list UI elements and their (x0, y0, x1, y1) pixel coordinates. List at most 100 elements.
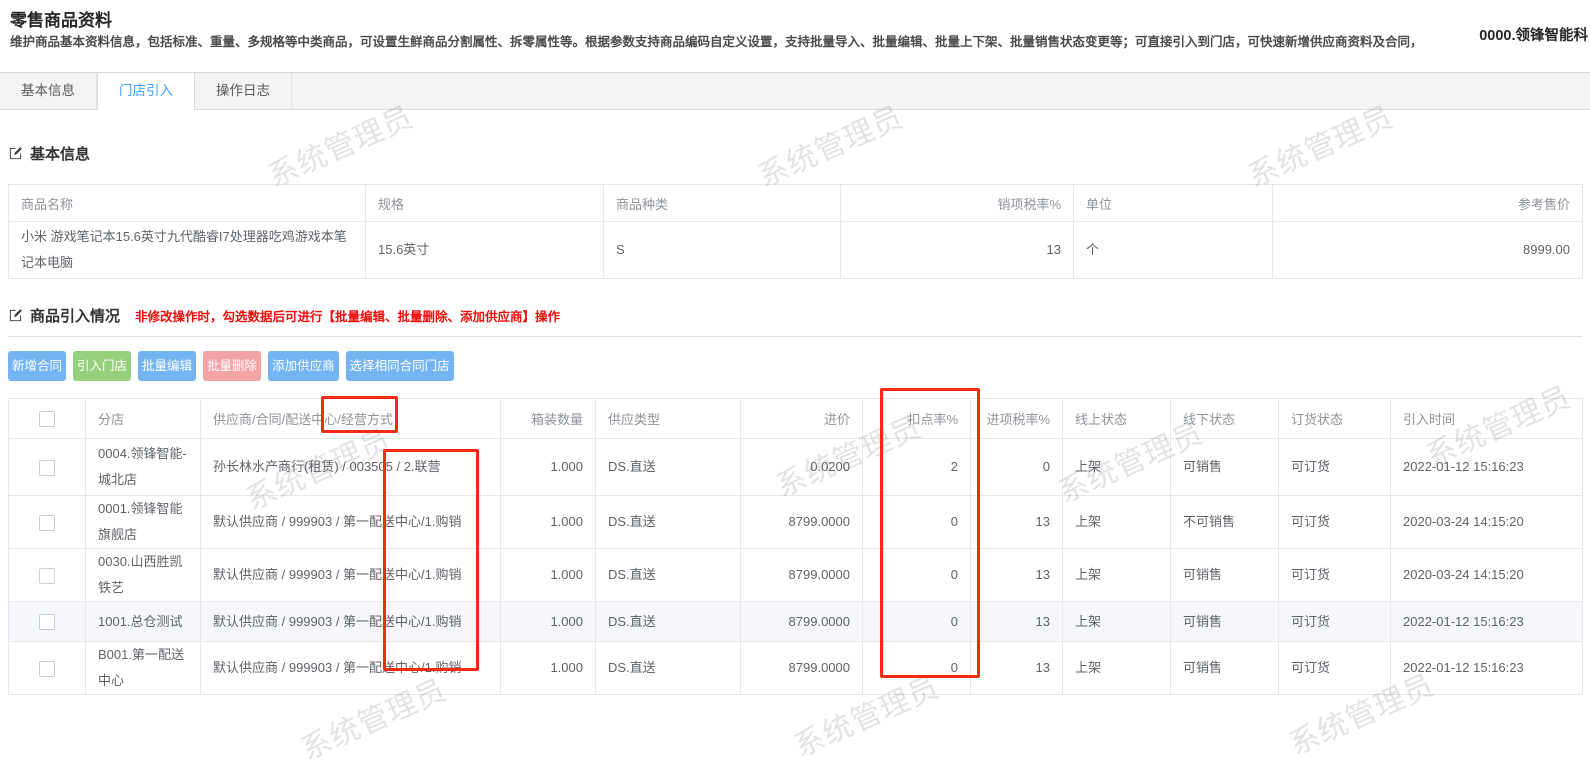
batch-operation-warning: 非修改操作时，勾选数据后可进行【批量编辑、批量删除、添加供应商】操作 (135, 310, 561, 324)
section-title-text: 基本信息 (30, 146, 91, 163)
cell-supply-type: DS.直送 (595, 601, 741, 642)
batch-edit-button[interactable]: 批量编辑 (138, 351, 197, 381)
col-order-status: 订货状态 (1278, 398, 1391, 439)
cell-deduction-rate: 0 (862, 601, 971, 642)
cell-supply-type: DS.直送 (595, 641, 741, 695)
page-description: 维护商品基本资料信息，包括标准、重量、多规格等中类商品，可设置生鲜商品分割属性、… (10, 35, 1423, 49)
cell-box-qty: 1.000 (500, 641, 596, 695)
col-product-name: 商品名称 (8, 184, 366, 222)
import-to-store-button[interactable]: 引入门店 (73, 351, 132, 381)
col-box-qty: 箱装数量 (500, 398, 596, 439)
cell-purchase-price: 8799.0000 (740, 601, 863, 642)
tab-operation-log[interactable]: 操作日志 (195, 73, 292, 109)
cell-online-status: 上架 (1062, 641, 1171, 695)
col-store: 分店 (85, 398, 201, 439)
col-input-tax: 进项税率% (970, 398, 1063, 439)
cell-offline-status: 可销售 (1170, 548, 1279, 602)
cell-order-status: 可订货 (1278, 601, 1391, 642)
cell-order-status: 可订货 (1278, 438, 1391, 496)
cell-input-tax: 13 (970, 495, 1063, 549)
cell-online-status: 上架 (1062, 495, 1171, 549)
tab-store-import[interactable]: 门店引入 (97, 73, 195, 110)
cell-unit: 个 (1073, 221, 1273, 279)
cell-offline-status: 可销售 (1170, 438, 1279, 496)
cell-supplier: 孙长林水产商行(租赁) / 003505 / 2.联营 (200, 438, 501, 496)
col-ref-price: 参考售价 (1272, 184, 1583, 222)
cell-supplier: 默认供应商 / 999903 / 第一配送中心/1.购销 (200, 548, 501, 602)
import-section-title: 商品引入情况 非修改操作时，勾选数据后可进行【批量编辑、批量删除、添加供应商】操… (8, 305, 1582, 326)
cell-store: 0001.领锋智能旗舰店 (85, 495, 201, 549)
col-supplier-contract: 供应商/合同/配送中心/经营方式 (200, 398, 501, 439)
cell-offline-status: 可销售 (1170, 641, 1279, 695)
cell-offline-status: 不可销售 (1170, 495, 1279, 549)
batch-delete-button[interactable]: 批量删除 (203, 351, 262, 381)
col-online-status: 线上状态 (1062, 398, 1171, 439)
cell-box-qty: 1.000 (500, 601, 596, 642)
row-checkbox[interactable] (39, 514, 55, 531)
cell-input-tax: 13 (970, 641, 1063, 695)
cell-supplier: 默认供应商 / 999903 / 第一配送中心/1.购销 (200, 495, 501, 549)
row-checkbox[interactable] (39, 660, 55, 677)
cell-order-status: 可订货 (1278, 495, 1391, 549)
col-unit: 单位 (1073, 184, 1273, 222)
add-supplier-button[interactable]: 添加供应商 (268, 351, 339, 381)
cell-supply-type: DS.直送 (595, 495, 741, 549)
cell-output-tax: 13 (840, 221, 1074, 279)
cell-box-qty: 1.000 (500, 495, 596, 549)
cell-supply-type: DS.直送 (595, 438, 741, 496)
cell-box-qty: 1.000 (500, 548, 596, 602)
company-name: 0000.领锋智能科 (1479, 28, 1588, 44)
basic-info-header-row: 商品名称 规格 商品种类 销项税率% 单位 参考售价 (8, 184, 1583, 222)
table-row: 1001.总仓测试 默认供应商 / 999903 / 第一配送中心/1.购销 1… (8, 601, 1583, 642)
cell-store: 0030.山西胜凯铁艺 (85, 548, 201, 602)
cell-purchase-price: 8799.0000 (740, 495, 863, 549)
cell-import-time: 2020-03-24 14:15:20 (1390, 495, 1583, 549)
cell-import-time: 2022-01-12 15:16:23 (1390, 601, 1583, 642)
page-header: 零售商品资料 维护商品基本资料信息，包括标准、重量、多规格等中类商品，可设置生鲜… (0, 0, 1590, 72)
cell-deduction-rate: 0 (862, 548, 971, 602)
section-title-text: 商品引入情况 (30, 308, 121, 325)
cell-store: 0004.领锋智能-城北店 (85, 438, 201, 496)
add-contract-button[interactable]: 新增合同 (8, 351, 67, 381)
cell-purchase-price: 8799.0000 (740, 548, 863, 602)
cell-store: B001.第一配送中心 (85, 641, 201, 695)
row-checkbox[interactable] (39, 614, 55, 631)
cell-purchase-price: 0.0200 (740, 438, 863, 496)
edit-icon (8, 308, 23, 323)
cell-online-status: 上架 (1062, 438, 1171, 496)
cell-supplier: 默认供应商 / 999903 / 第一配送中心/1.购销 (200, 641, 501, 695)
table-row: 0004.领锋智能-城北店 孙长林水产商行(租赁) / 003505 / 2.联… (8, 438, 1583, 496)
cell-purchase-price: 8799.0000 (740, 641, 863, 695)
cell-deduction-rate: 0 (862, 641, 971, 695)
edit-icon (8, 146, 23, 161)
col-supply-type: 供应类型 (595, 398, 741, 439)
cell-store: 1001.总仓测试 (85, 601, 201, 642)
cell-input-tax: 13 (970, 601, 1063, 642)
select-all-checkbox[interactable] (39, 410, 55, 427)
row-checkbox[interactable] (39, 459, 55, 476)
import-table: 分店 供应商/合同/配送中心/经营方式 箱装数量 供应类型 进价 扣点率% 进项… (8, 398, 1583, 695)
cell-input-tax: 13 (970, 548, 1063, 602)
cell-deduction-rate: 0 (862, 495, 971, 549)
basic-info-data-row: 小米 游戏笔记本15.6英寸九代酷睿I7处理器吃鸡游戏本笔记本电脑 15.6英寸… (8, 221, 1583, 279)
cell-order-status: 可订货 (1278, 641, 1391, 695)
col-import-time: 引入时间 (1390, 398, 1583, 439)
cell-supplier: 默认供应商 / 999903 / 第一配送中心/1.购销 (200, 601, 501, 642)
cell-deduction-rate: 2 (862, 438, 971, 496)
table-row: 0001.领锋智能旗舰店 默认供应商 / 999903 / 第一配送中心/1.购… (8, 495, 1583, 549)
tab-basic-info[interactable]: 基本信息 (0, 73, 97, 109)
select-same-contract-store-button[interactable]: 选择相同合同门店 (345, 351, 454, 381)
basic-info-table: 商品名称 规格 商品种类 销项税率% 单位 参考售价 小米 游戏笔记本15.6英… (8, 184, 1583, 279)
col-category: 商品种类 (603, 184, 841, 222)
col-output-tax: 销项税率% (840, 184, 1074, 222)
cell-spec: 15.6英寸 (365, 221, 604, 279)
cell-box-qty: 1.000 (500, 438, 596, 496)
page-title: 零售商品资料 (10, 11, 112, 30)
cell-product-name: 小米 游戏笔记本15.6英寸九代酷睿I7处理器吃鸡游戏本笔记本电脑 (8, 221, 366, 279)
table-row: 0030.山西胜凯铁艺 默认供应商 / 999903 / 第一配送中心/1.购销… (8, 548, 1583, 602)
cell-offline-status: 可销售 (1170, 601, 1279, 642)
cell-category: S (603, 221, 841, 279)
table-row: B001.第一配送中心 默认供应商 / 999903 / 第一配送中心/1.购销… (8, 641, 1583, 695)
row-checkbox[interactable] (39, 567, 55, 584)
section-divider (8, 336, 1582, 337)
